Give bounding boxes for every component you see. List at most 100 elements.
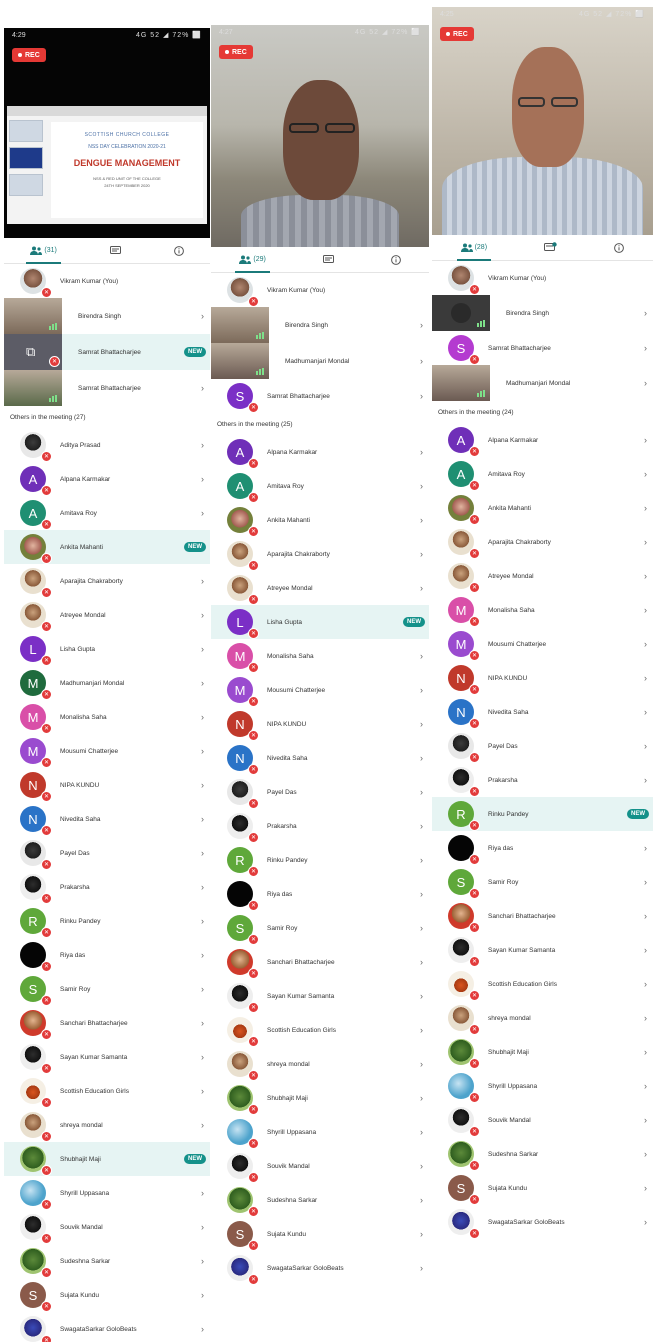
participant-video-tile[interactable] — [432, 295, 490, 331]
participant-row[interactable]: ✕ Sudeshna Sarkar › — [4, 1244, 210, 1278]
chevron-right-icon[interactable]: › — [420, 481, 423, 491]
chevron-right-icon[interactable]: › — [201, 1290, 204, 1300]
participant-row[interactable]: ✕ shreya mondal › — [4, 1108, 210, 1142]
chevron-right-icon[interactable]: › — [420, 753, 423, 763]
chevron-right-icon[interactable]: › — [201, 311, 204, 321]
chevron-right-icon[interactable]: › — [420, 515, 423, 525]
pinned-participant-row[interactable]: S ✕ Samrat Bhattacharjee › — [432, 331, 653, 365]
participant-row[interactable]: S ✕ Sujata Kundu › — [4, 1278, 210, 1312]
participant-row[interactable]: S ✕ Samir Roy › — [211, 911, 429, 945]
chevron-right-icon[interactable]: › — [201, 1018, 204, 1028]
tab-chat[interactable] — [104, 238, 127, 264]
tab-chat[interactable] — [538, 235, 563, 261]
chevron-right-icon[interactable]: › — [644, 308, 647, 318]
rec-indicator[interactable]: REC — [440, 27, 474, 41]
chevron-right-icon[interactable]: › — [644, 843, 647, 853]
chevron-right-icon[interactable]: › — [644, 775, 647, 785]
participant-row[interactable]: ✕ Sayan Kumar Samanta › — [432, 933, 653, 967]
participant-row[interactable]: S ✕ Sujata Kundu › — [211, 1217, 429, 1251]
pinned-participant-row[interactable]: Madhumanjari Mondal › — [432, 365, 653, 401]
tab-participants[interactable]: (31) — [24, 238, 62, 264]
participant-row[interactable]: M ✕ Monalisha Saha › — [4, 700, 210, 734]
participant-row[interactable]: R ✕ Rinku Pandey › — [211, 843, 429, 877]
tab-info[interactable] — [608, 235, 630, 261]
participant-row[interactable]: ✕ Sanchari Bhattacharjee › — [211, 945, 429, 979]
chevron-right-icon[interactable]: › — [420, 923, 423, 933]
participant-row[interactable]: S ✕ Samir Roy › — [432, 865, 653, 899]
chevron-right-icon[interactable]: › — [420, 651, 423, 661]
participant-row[interactable]: L ✕ Lisha Gupta NEW — [211, 605, 429, 639]
chevron-right-icon[interactable]: › — [644, 1013, 647, 1023]
participant-row[interactable]: A ✕ Amitava Roy › — [211, 469, 429, 503]
rec-indicator[interactable]: REC — [219, 45, 253, 59]
chevron-right-icon[interactable]: › — [201, 814, 204, 824]
participant-row[interactable]: ✕ Aparajita Chakraborty › — [432, 525, 653, 559]
chevron-right-icon[interactable]: › — [420, 447, 423, 457]
chevron-right-icon[interactable]: › — [420, 1195, 423, 1205]
chevron-right-icon[interactable]: › — [201, 644, 204, 654]
chevron-right-icon[interactable]: › — [420, 855, 423, 865]
chevron-right-icon[interactable]: › — [644, 877, 647, 887]
chevron-right-icon[interactable]: › — [644, 911, 647, 921]
participant-row[interactable]: ✕ Scottish Education Girls › — [432, 967, 653, 1001]
chevron-right-icon[interactable]: › — [420, 889, 423, 899]
participant-video-tile[interactable] — [211, 307, 269, 343]
participant-row[interactable]: ✕ Ankita Mahanti NEW — [4, 530, 210, 564]
participant-row[interactable]: ✕ Aparajita Chakraborty › — [211, 537, 429, 571]
participant-row[interactable]: ✕ Prakarsha › — [211, 809, 429, 843]
pinned-participant-row[interactable]: ⧉ ✕ Samrat Bhattacharjee NEW — [4, 334, 210, 370]
chevron-right-icon[interactable]: › — [420, 821, 423, 831]
chevron-right-icon[interactable]: › — [201, 1052, 204, 1062]
chevron-right-icon[interactable]: › — [644, 378, 647, 388]
chevron-right-icon[interactable]: › — [644, 741, 647, 751]
chevron-right-icon[interactable]: › — [201, 1324, 204, 1334]
participant-row[interactable]: ✕ Shubhajit Maji NEW — [4, 1142, 210, 1176]
participant-row[interactable]: A ✕ Amitava Roy › — [432, 457, 653, 491]
pinned-participant-row[interactable]: ✕ Vikram Kumar (You) — [432, 261, 653, 295]
chevron-right-icon[interactable]: › — [420, 1263, 423, 1273]
participant-row[interactable]: ✕ Payel Das › — [432, 729, 653, 763]
participant-row[interactable]: ✕ Shyrill Uppasana › — [4, 1176, 210, 1210]
chevron-right-icon[interactable]: › — [201, 882, 204, 892]
participant-row[interactable]: ✕ Prakarsha › — [4, 870, 210, 904]
chevron-right-icon[interactable]: › — [644, 469, 647, 479]
chevron-right-icon[interactable]: › — [201, 1222, 204, 1232]
participant-row[interactable]: ✕ Scottish Education Girls › — [211, 1013, 429, 1047]
chevron-right-icon[interactable]: › — [420, 1025, 423, 1035]
chevron-right-icon[interactable]: › — [420, 719, 423, 729]
chevron-right-icon[interactable]: › — [420, 1127, 423, 1137]
participant-row[interactable]: A ✕ Alpana Karmakar › — [211, 435, 429, 469]
chevron-right-icon[interactable]: › — [201, 678, 204, 688]
chevron-right-icon[interactable]: › — [420, 1059, 423, 1069]
participant-row[interactable]: ✕ Ankita Mahanti › — [211, 503, 429, 537]
participant-row[interactable]: ✕ Sayan Kumar Samanta › — [4, 1040, 210, 1074]
participant-row[interactable]: N ✕ NIPA KUNDU › — [211, 707, 429, 741]
participant-row[interactable]: R ✕ Rinku Pandey › — [4, 904, 210, 938]
tab-info[interactable] — [168, 238, 190, 264]
participant-row[interactable]: A ✕ Alpana Karmakar › — [4, 462, 210, 496]
participant-row[interactable]: ✕ Ankita Mahanti › — [432, 491, 653, 525]
slide-thumbnail[interactable] — [9, 120, 43, 142]
participant-row[interactable]: L ✕ Lisha Gupta › — [4, 632, 210, 666]
participant-row[interactable]: ✕ Sanchari Bhattacharjee › — [432, 899, 653, 933]
chevron-right-icon[interactable]: › — [420, 320, 423, 330]
chevron-right-icon[interactable]: › — [644, 673, 647, 683]
participant-video-tile[interactable] — [432, 365, 490, 401]
participant-row[interactable]: A ✕ Amitava Roy › — [4, 496, 210, 530]
participant-row[interactable]: ✕ Souvik Mandal › — [211, 1149, 429, 1183]
participant-row[interactable]: N ✕ NIPA KUNDU › — [4, 768, 210, 802]
participant-row[interactable]: M ✕ Mousumi Chatterjee › — [4, 734, 210, 768]
chevron-right-icon[interactable]: › — [644, 605, 647, 615]
participant-row[interactable]: ✕ Scottish Education Girls › — [4, 1074, 210, 1108]
chevron-right-icon[interactable]: › — [201, 916, 204, 926]
participant-row[interactable]: N ✕ Nivedita Saha › — [432, 695, 653, 729]
chevron-right-icon[interactable]: › — [644, 1047, 647, 1057]
chevron-right-icon[interactable]: › — [201, 780, 204, 790]
chevron-right-icon[interactable]: › — [201, 1256, 204, 1266]
tab-participants[interactable]: (29) — [233, 247, 271, 273]
chevron-right-icon[interactable]: › — [644, 537, 647, 547]
chevron-right-icon[interactable]: › — [644, 1081, 647, 1091]
chevron-right-icon[interactable]: › — [201, 712, 204, 722]
slide-thumbnail-selected[interactable] — [9, 147, 43, 169]
participant-row[interactable]: ✕ Shubhajit Maji › — [211, 1081, 429, 1115]
